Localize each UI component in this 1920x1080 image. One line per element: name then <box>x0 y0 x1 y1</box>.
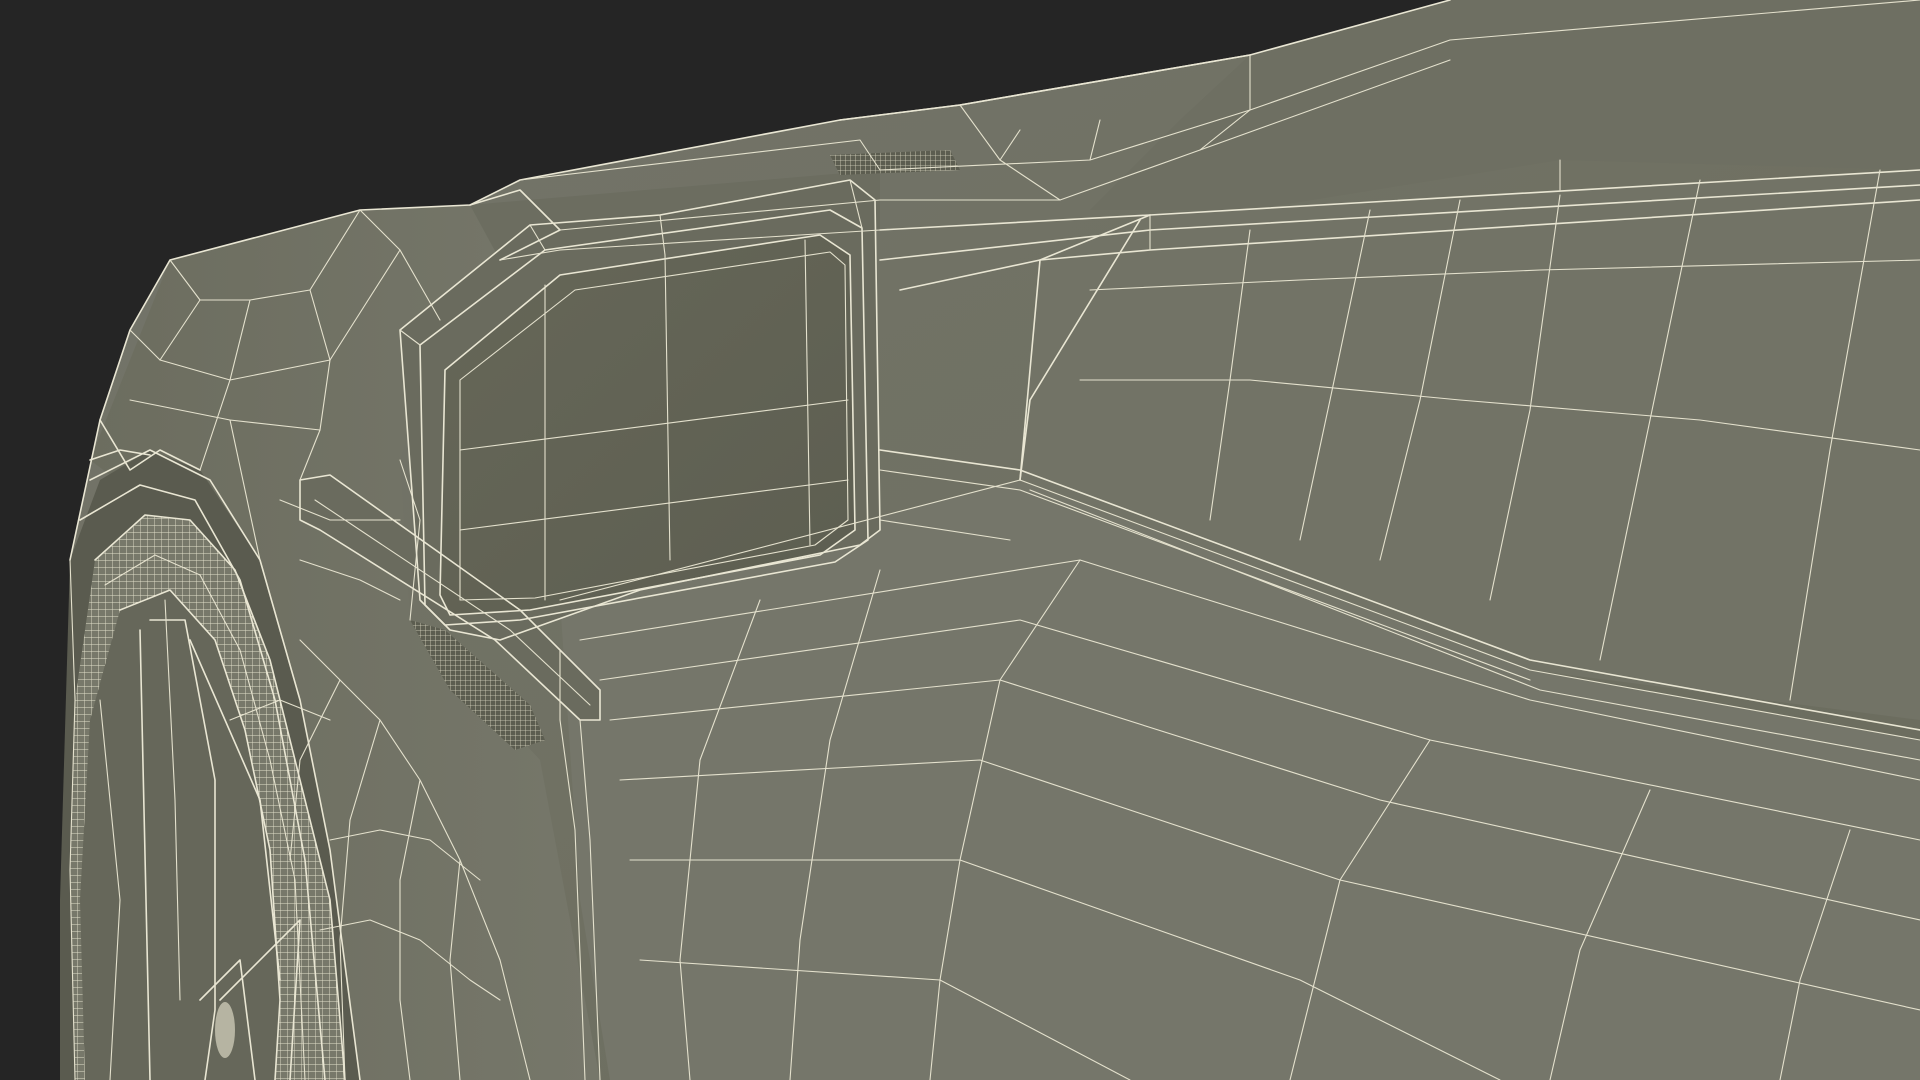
wireframe-render <box>60 0 1920 1080</box>
viewport <box>0 0 1920 1080</box>
